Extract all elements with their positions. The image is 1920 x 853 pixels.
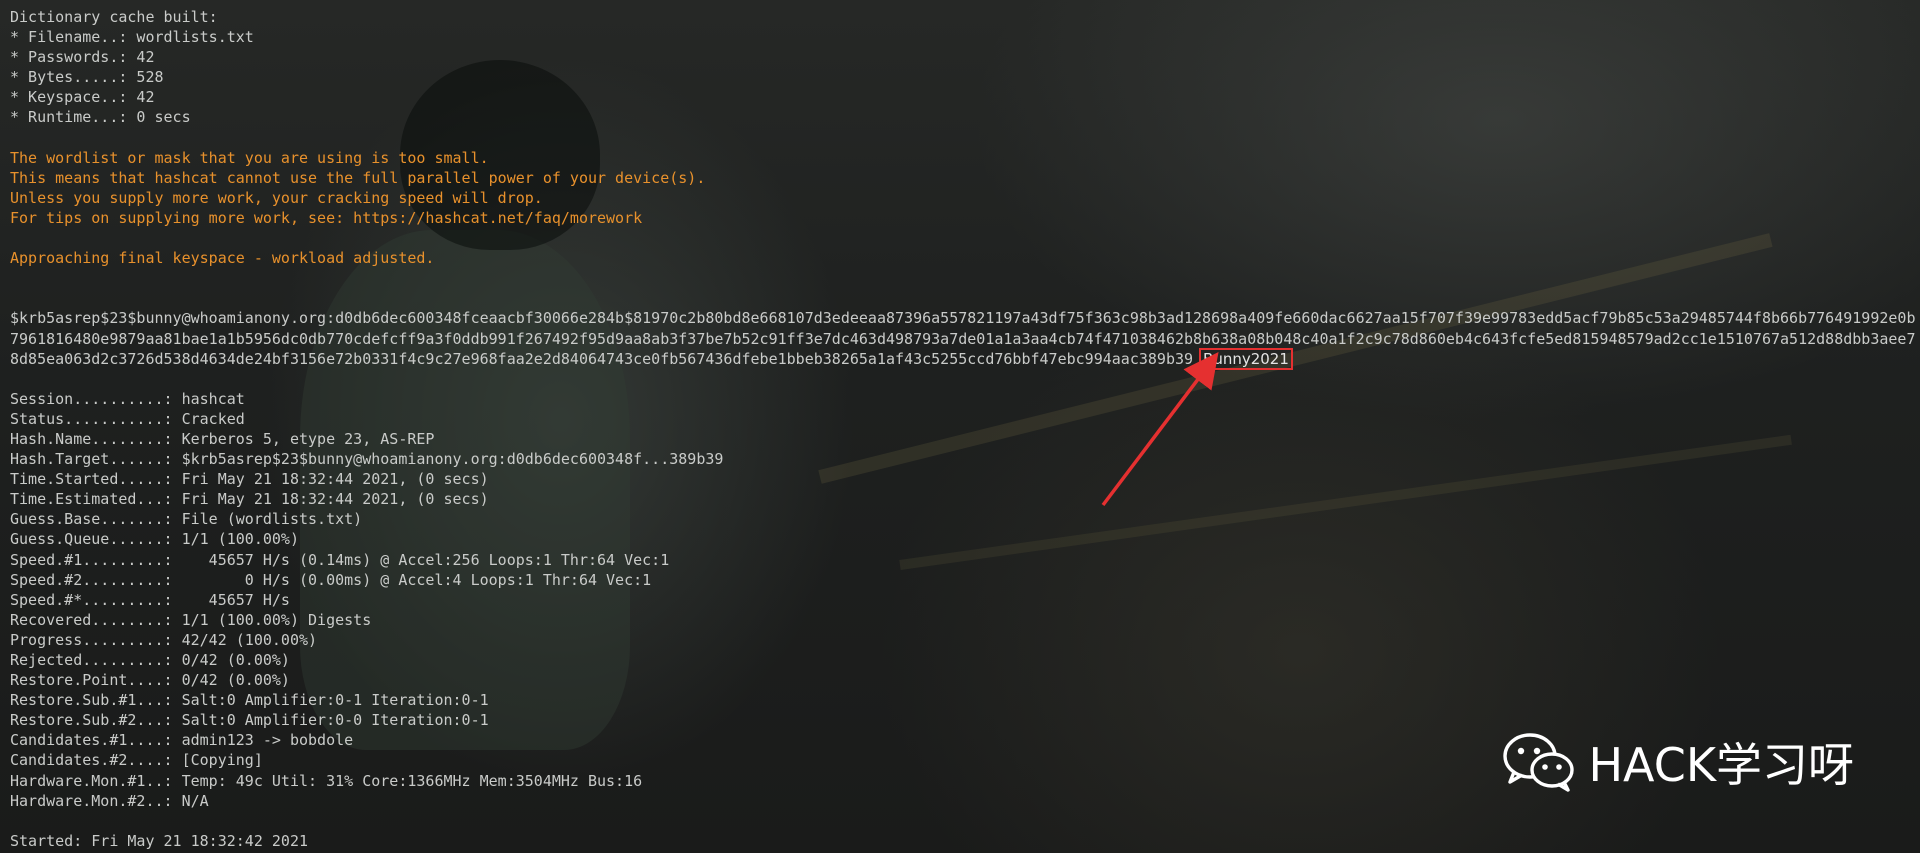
terminal-line: Dictionary cache built: [10, 7, 1916, 27]
terminal-line-text: * Runtime...: 0 secs [10, 108, 191, 127]
terminal-line: Guess.Queue......: 1/1 (100.00%) [10, 529, 1916, 549]
wechat-icon [1503, 733, 1575, 792]
terminal-line: Rejected.........: 0/42 (0.00%) [10, 650, 1916, 670]
terminal-line: 7961816480e9879aa81bae1a1b5956dc0db770cd… [10, 329, 1916, 349]
terminal-line: Session..........: hashcat [10, 389, 1916, 409]
terminal-line: Progress.........: 42/42 (100.00%) [10, 630, 1916, 650]
terminal-line: Restore.Point....: 0/42 (0.00%) [10, 670, 1916, 690]
terminal-line: 8d85ea063d2c3726d538d4634de24bf3156e72b0… [10, 347, 1916, 370]
watermark-text: HACK学习呀 [1588, 738, 1854, 792]
terminal-line: Restore.Sub.#2...: Salt:0 Amplifier:0-0 … [10, 710, 1916, 730]
terminal-line: For tips on supplying more work, see: ht… [10, 208, 1916, 228]
terminal-line-text: Candidates.#2....: [Copying] [10, 751, 263, 770]
terminal-line-text: Approaching final keyspace - workload ad… [10, 249, 435, 268]
terminal-line: Time.Started.....: Fri May 21 18:32:44 2… [10, 469, 1916, 489]
terminal-line-text: The wordlist or mask that you are using … [10, 148, 489, 167]
terminal-output[interactable]: Dictionary cache built: * Filename..: wor… [10, 7, 1916, 853]
terminal-line: Unless you supply more work, your cracki… [10, 188, 1916, 208]
terminal-line: * Passwords.: 42 [10, 47, 1916, 67]
terminal-line-text: Speed.#2.........: 0 H/s (0.00ms) @ Acce… [10, 570, 652, 589]
terminal-line-text: Status...........: Cracked [10, 409, 245, 428]
terminal-line-text: Speed.#1.........: 45657 H/s (0.14ms) @ … [10, 550, 670, 569]
terminal-line-text: Speed.#*.........: 45657 H/s [10, 590, 290, 609]
terminal-line: Guess.Base.......: File (wordlists.txt) [10, 509, 1916, 529]
terminal-line-text: * Keyspace..: 42 [10, 88, 155, 107]
terminal-line-text: Progress.........: 42/42 (100.00%) [10, 630, 318, 649]
terminal-line-text: Hardware.Mon.#1..: Temp: 49c Util: 31% C… [10, 771, 643, 790]
terminal-line-text: Restore.Sub.#2...: Salt:0 Amplifier:0-0 … [10, 711, 489, 730]
terminal-line: Approaching final keyspace - workload ad… [10, 248, 1916, 268]
terminal-line-text: * Bytes.....: 528 [10, 68, 164, 87]
terminal-line-text: * Passwords.: 42 [10, 48, 155, 67]
terminal-line: The wordlist or mask that you are using … [10, 148, 1916, 168]
terminal-line: Speed.#*.........: 45657 H/s [10, 590, 1916, 610]
terminal-line: Started: Fri May 21 18:32:42 2021 [10, 831, 1916, 851]
watermark: HACK学习呀 [1502, 729, 1854, 795]
terminal-line-text: Rejected.........: 0/42 (0.00%) [10, 651, 290, 669]
terminal-line-text: Recovered........: 1/1 (100.00%) Digests [10, 610, 372, 629]
terminal-line-text: 8d85ea063d2c3726d538d4634de24bf3156e72b0… [10, 349, 1194, 368]
terminal-line: * Filename..: wordlists.txt [10, 27, 1916, 47]
terminal-line-text: Time.Estimated...: Fri May 21 18:32:44 2… [10, 490, 489, 509]
terminal-line: Speed.#1.........: 45657 H/s (0.14ms) @ … [10, 550, 1916, 570]
terminal-line: Time.Estimated...: Fri May 21 18:32:44 2… [10, 489, 1916, 509]
terminal-line-text: Started: Fri May 21 18:32:42 2021 [10, 831, 309, 850]
terminal-line-text: Guess.Queue......: 1/1 (100.00%) [10, 530, 299, 549]
terminal-line-text: Dictionary cache built: [10, 8, 218, 26]
terminal-line: $krb5asrep$23$bunny@whoamianony.org:d0db… [10, 308, 1916, 328]
terminal-line-text: Hash.Target......: $krb5asrep$23$bunny@w… [10, 450, 724, 469]
terminal-line-text: Time.Started.....: Fri May 21 18:32:44 2… [10, 470, 489, 489]
terminal-line: * Runtime...: 0 secs [10, 107, 1916, 127]
terminal-line-text: This means that hashcat cannot use the f… [10, 168, 706, 187]
terminal-line: * Keyspace..: 42 [10, 87, 1916, 107]
terminal-line-text: 7961816480e9879aa81bae1a1b5956dc0db770cd… [10, 329, 1916, 348]
terminal-line-text: Unless you supply more work, your cracki… [10, 188, 543, 207]
terminal-line-text: Hardware.Mon.#2..: N/A [10, 791, 209, 810]
terminal-line-text: For tips on supplying more work, see: ht… [10, 208, 643, 227]
cracked-password-highlight: Bunny2021 [1199, 347, 1293, 370]
terminal-line: Speed.#2.........: 0 H/s (0.00ms) @ Acce… [10, 570, 1916, 590]
terminal-line: Restore.Sub.#1...: Salt:0 Amplifier:0-1 … [10, 690, 1916, 710]
terminal-window: Dictionary cache built: * Filename..: wor… [0, 0, 1920, 853]
terminal-line-text: Restore.Sub.#1...: Salt:0 Amplifier:0-1 … [10, 691, 489, 710]
terminal-line-text: $krb5asrep$23$bunny@whoamianony.org:d0db… [10, 309, 1916, 328]
terminal-line-text: Session..........: hashcat [10, 389, 245, 408]
terminal-line-text: Candidates.#1....: admin123 -> bobdole [10, 731, 354, 750]
terminal-line-text: * Filename..: wordlists.txt [10, 28, 254, 47]
terminal-line: Status...........: Cracked [10, 409, 1916, 429]
terminal-line-text: Restore.Point....: 0/42 (0.00%) [10, 671, 290, 690]
terminal-line: This means that hashcat cannot use the f… [10, 168, 1916, 188]
terminal-line: Recovered........: 1/1 (100.00%) Digests [10, 610, 1916, 630]
terminal-line: Hash.Name........: Kerberos 5, etype 23,… [10, 429, 1916, 449]
terminal-line-text: Hash.Name........: Kerberos 5, etype 23,… [10, 429, 435, 448]
terminal-line: * Bytes.....: 528 [10, 67, 1916, 87]
terminal-line: Hash.Target......: $krb5asrep$23$bunny@w… [10, 449, 1916, 469]
terminal-line-text: Guess.Base.......: File (wordlists.txt) [10, 510, 363, 529]
